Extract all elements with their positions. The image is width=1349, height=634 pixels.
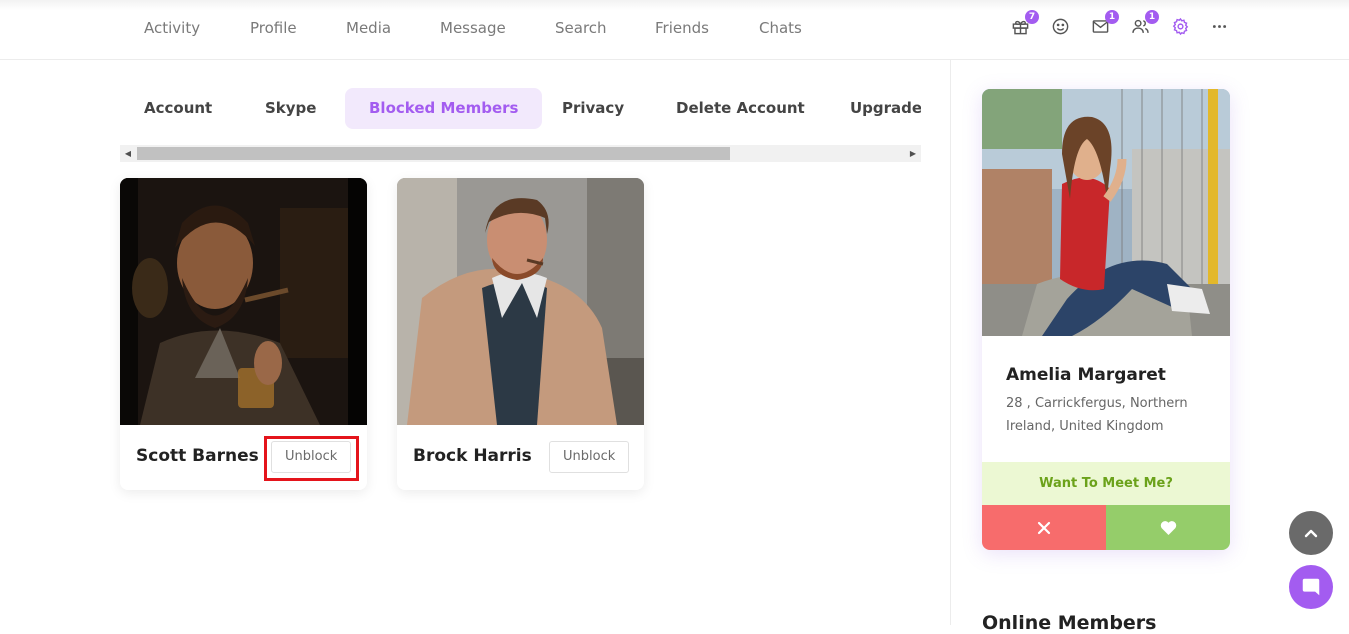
nav-link-search[interactable]: Search: [555, 19, 607, 37]
settings-icon[interactable]: [1168, 14, 1192, 38]
unblock-button[interactable]: Unblock: [271, 441, 352, 473]
mail-badge: 1: [1105, 10, 1119, 24]
scroll-to-top-button[interactable]: [1289, 511, 1333, 555]
featured-member-photo: [982, 89, 1230, 336]
mail-icon[interactable]: 1: [1088, 10, 1119, 38]
nav-link-profile[interactable]: Profile: [250, 19, 297, 37]
scroll-left-icon[interactable]: ◀: [120, 145, 136, 162]
nav-link-activity[interactable]: Activity: [144, 19, 200, 37]
gift-icon[interactable]: 7: [1008, 10, 1039, 38]
top-navigation: Activity Profile Media Message Search Fr…: [0, 0, 1349, 60]
tab-skype[interactable]: Skype: [241, 88, 340, 129]
chevron-up-icon: [1304, 529, 1318, 538]
online-members-heading: Online Members: [982, 612, 1157, 634]
nav-link-chats[interactable]: Chats: [759, 19, 802, 37]
unblock-button[interactable]: Unblock: [549, 441, 630, 473]
close-icon: [1037, 521, 1051, 534]
member-photo: [120, 178, 367, 425]
tab-delete-account[interactable]: Delete Account: [652, 88, 829, 129]
meet-prompt: Want To Meet Me?: [982, 462, 1230, 505]
chat-button[interactable]: [1289, 565, 1333, 609]
member-photo: [397, 178, 644, 425]
tab-privacy[interactable]: Privacy: [538, 88, 648, 129]
nav-link-media[interactable]: Media: [346, 19, 391, 37]
member-card: Brock Harris Unblock: [397, 178, 644, 490]
tab-upgrade-account[interactable]: Upgrade Account: [826, 88, 921, 129]
nav-link-friends[interactable]: Friends: [655, 19, 709, 37]
chat-bubble-icon: [1302, 578, 1320, 596]
nav-link-message[interactable]: Message: [440, 19, 506, 37]
tab-blocked-members[interactable]: Blocked Members: [345, 88, 543, 129]
friends-icon[interactable]: 1: [1128, 10, 1159, 38]
scroll-right-icon[interactable]: ▶: [905, 145, 921, 162]
member-name[interactable]: Brock Harris: [413, 446, 532, 466]
tab-account[interactable]: Account: [120, 88, 236, 129]
like-button[interactable]: [1106, 505, 1230, 550]
settings-tabs: Account Skype Blocked Members Privacy De…: [120, 88, 921, 130]
member-card: Scott Barnes Unblock: [120, 178, 367, 490]
gift-badge: 7: [1025, 10, 1039, 24]
member-name[interactable]: Scott Barnes: [136, 446, 259, 466]
more-icon[interactable]: [1207, 14, 1231, 38]
scrollbar-thumb[interactable]: [137, 147, 730, 160]
featured-member-name[interactable]: Amelia Margaret: [1006, 365, 1166, 385]
sidebar-divider: [950, 60, 951, 625]
reject-button[interactable]: [982, 505, 1106, 550]
friends-badge: 1: [1145, 10, 1159, 24]
tabs-scrollbar[interactable]: ◀ ▶: [120, 145, 921, 162]
heart-icon: [1160, 521, 1176, 535]
featured-member-location: 28 , Carrickfergus, Northern Ireland, Un…: [1006, 396, 1188, 434]
smiley-icon[interactable]: [1048, 14, 1072, 38]
featured-member-card: Amelia Margaret 28 , Carrickfergus, Nort…: [982, 89, 1230, 550]
